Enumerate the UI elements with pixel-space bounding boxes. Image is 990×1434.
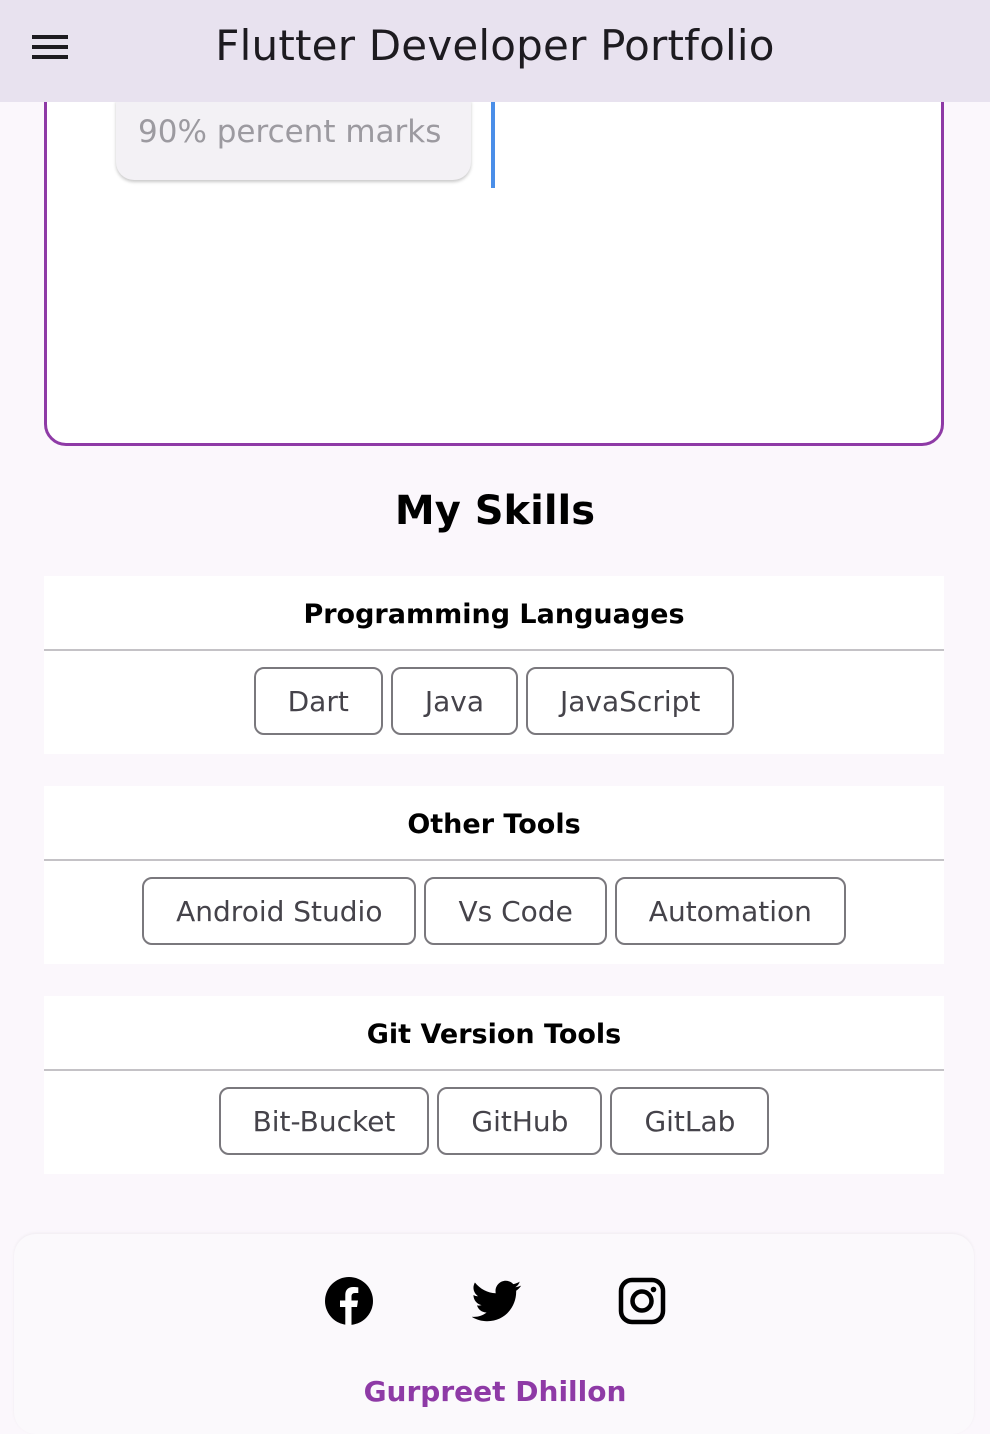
skill-card-title: Git Version Tools: [44, 996, 944, 1071]
skill-card-git-version-tools: Git Version Tools Bit-Bucket GitHub GitL…: [44, 996, 944, 1174]
skill-chip-automation[interactable]: Automation: [614, 877, 846, 945]
skills-section-title: My Skills: [394, 488, 596, 534]
timeline-connector-line: [491, 100, 495, 188]
page-title: Flutter Developer Portfolio: [215, 21, 775, 70]
app-bar: Flutter Developer Portfolio: [0, 0, 990, 102]
skill-card-programming-languages: Programming Languages Dart Java JavaScri…: [44, 576, 944, 754]
skill-card-other-tools: Other Tools Android Studio Vs Code Autom…: [44, 786, 944, 964]
instagram-icon[interactable]: [618, 1277, 666, 1325]
skill-card-title: Programming Languages: [44, 576, 944, 651]
skill-chip-row: Android Studio Vs Code Automation: [44, 877, 944, 945]
timeline-marks-text: 90% percent marks: [138, 114, 442, 150]
skill-chip-java[interactable]: Java: [390, 667, 518, 735]
skill-chip-row: Dart Java JavaScript: [44, 667, 944, 735]
skill-chip-gitlab[interactable]: GitLab: [610, 1087, 770, 1155]
skill-chip-row: Bit-Bucket GitHub GitLab: [44, 1087, 944, 1155]
skill-chip-dart[interactable]: Dart: [253, 667, 383, 735]
skill-chip-bit-bucket[interactable]: Bit-Bucket: [218, 1087, 430, 1155]
timeline-marks-chip: 90% percent marks: [116, 100, 471, 180]
skill-chip-android-studio[interactable]: Android Studio: [142, 877, 417, 945]
skill-chip-github[interactable]: GitHub: [437, 1087, 603, 1155]
facebook-icon[interactable]: [324, 1276, 374, 1326]
skill-chip-vs-code[interactable]: Vs Code: [424, 877, 607, 945]
skill-chip-javascript[interactable]: JavaScript: [526, 667, 735, 735]
footer-author-name: Gurpreet Dhillon: [363, 1375, 627, 1408]
skill-card-title: Other Tools: [44, 786, 944, 861]
twitter-icon[interactable]: [471, 1276, 522, 1326]
